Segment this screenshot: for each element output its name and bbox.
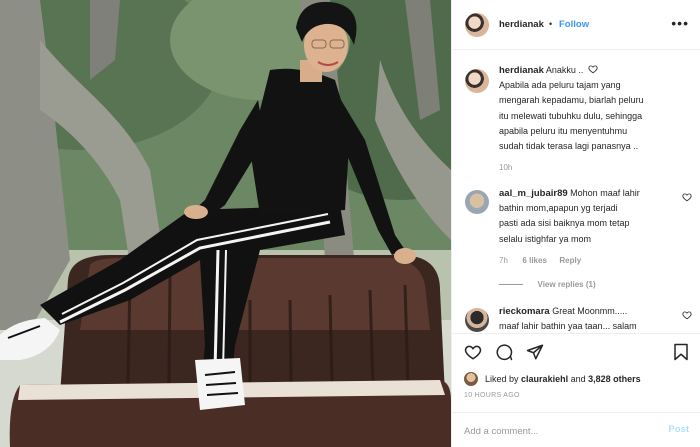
post-timestamp[interactable]: 10 HOURS AGO (464, 392, 520, 399)
caption-line: apabila peluru itu menyentuhmu (499, 125, 628, 136)
caption-line: mengarah kepadamu, biarlah peluru (499, 95, 644, 106)
avatar[interactable] (465, 69, 489, 93)
comment-line: maaf lahir bathin yaa taan... salam (499, 321, 637, 332)
comment-username[interactable]: rieckomara (499, 306, 550, 317)
comment-line: Great Moonmm..... (552, 306, 628, 316)
header-username[interactable]: herdianak (499, 19, 544, 30)
caption-line: itu melewati tubuhku dulu, sehingga (499, 110, 643, 121)
likes-and: and (570, 374, 586, 384)
post-photo[interactable] (0, 0, 451, 447)
heart-icon[interactable] (588, 64, 598, 74)
comment-line: selalu istighfar ya mom (499, 233, 592, 244)
avatar[interactable] (465, 190, 489, 214)
add-comment-bar: Post (452, 412, 700, 447)
caption-username[interactable]: herdianak (499, 65, 544, 76)
heart-icon[interactable] (682, 192, 692, 202)
comment-line: bathin mom,apapun yg terjadi (499, 203, 618, 214)
caption-time[interactable]: 10h (499, 160, 689, 175)
comment-icon[interactable] (495, 343, 513, 361)
ellipsis-icon[interactable]: ••• (671, 15, 689, 31)
view-replies[interactable]: View replies (1) (499, 277, 671, 292)
caption-line: sudah tidak terasa lagi panasnya .. (499, 141, 639, 152)
caption-line: Apabila ada peluru tajam yang (499, 80, 621, 91)
comment-line: pasti ada sisi baiknya mom tetap (499, 218, 630, 229)
likes-row: Liked by claurakiehl and 3,828 others (464, 372, 694, 388)
heart-icon[interactable] (682, 310, 692, 320)
likes-prefix: Liked by (485, 374, 519, 384)
avatar[interactable] (464, 372, 478, 386)
avatar[interactable] (465, 308, 489, 332)
comments-section: herdianak Anakku .. Apabila ada peluru t… (452, 51, 700, 332)
likes-user[interactable]: claurakiehl (521, 374, 568, 384)
replies-divider (499, 284, 523, 286)
comment-text: aal_m_jubair89 Mohon maaf lahir bathin m… (499, 186, 671, 292)
header-separator: • (549, 19, 553, 29)
bookmark-icon[interactable] (673, 343, 689, 361)
comment-username[interactable]: aal_m_jubair89 (499, 188, 568, 199)
likes-text: Liked by claurakiehl and 3,828 others (485, 374, 641, 384)
avatar[interactable] (465, 13, 489, 37)
comment-text: rieckomara Great Moonmm..... maaf lahir … (499, 304, 679, 332)
reply-button[interactable]: Reply (559, 256, 581, 265)
comment-time[interactable]: 7h (499, 256, 508, 265)
photo-illustration (0, 0, 451, 447)
instagram-post-view: herdianak • Follow ••• herdianak Anakku … (0, 0, 700, 447)
likes-count[interactable]: 3,828 others (588, 374, 641, 384)
follow-button[interactable]: Follow (559, 19, 589, 30)
comment-line: Mohon maaf lahir (570, 188, 640, 198)
comment-likes[interactable]: 6 likes (522, 256, 546, 265)
caption-line: Anakku .. (545, 65, 584, 75)
caption-first-line: herdianak Anakku .. (499, 63, 689, 78)
comment-meta: 7h 6 likes Reply (499, 253, 671, 268)
view-replies-label[interactable]: View replies (1) (538, 280, 596, 289)
post-header: herdianak • Follow ••• (452, 0, 700, 50)
share-icon[interactable] (526, 343, 544, 361)
post-sidebar: herdianak • Follow ••• herdianak Anakku … (451, 0, 700, 447)
heart-icon[interactable] (464, 343, 482, 361)
comment-input[interactable] (464, 423, 634, 439)
post-button[interactable]: Post (668, 424, 689, 435)
caption-text: herdianak Anakku .. Apabila ada peluru t… (499, 63, 689, 175)
